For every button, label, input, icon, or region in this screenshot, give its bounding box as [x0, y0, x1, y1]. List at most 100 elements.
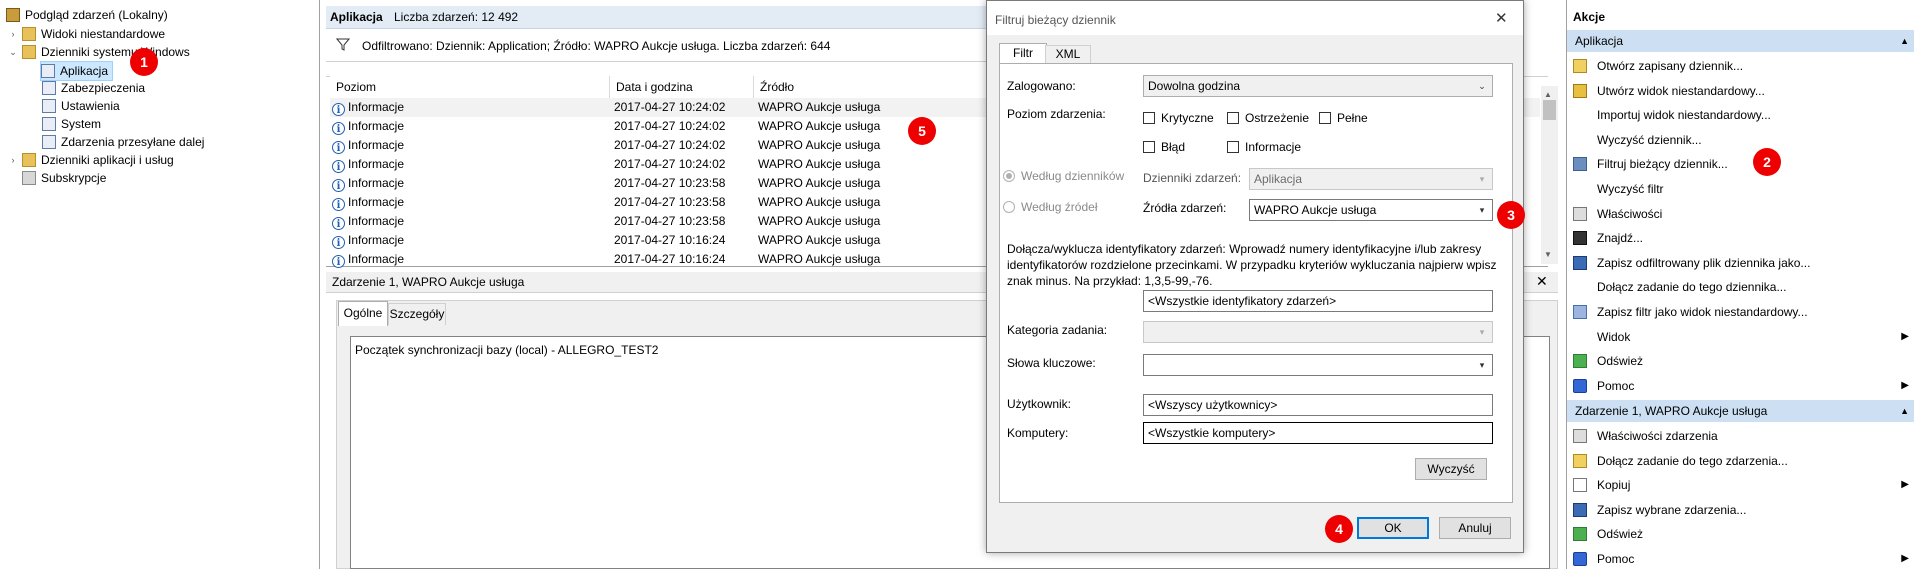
folder-icon: [22, 153, 36, 167]
action-label: Pomoc: [1597, 552, 1635, 566]
action-item[interactable]: Dołącz zadanie do tego dziennika...: [1567, 275, 1914, 299]
radio-circle[interactable]: [1003, 201, 1015, 213]
action-item[interactable]: Znajdź...: [1567, 226, 1914, 250]
checkbox-box[interactable]: [1319, 112, 1331, 124]
scroll-down-icon[interactable]: ▼: [1544, 250, 1552, 259]
action-item[interactable]: Wyczyść filtr: [1567, 177, 1914, 201]
action-item[interactable]: Zapisz wybrane zdarzenia...: [1567, 498, 1914, 522]
logged-label: Zalogowano:: [1007, 79, 1076, 93]
source-cell: WAPRO Aukcje usługa: [758, 176, 881, 190]
chevron-down-icon[interactable]: ▾: [1474, 357, 1490, 373]
level-cell: i Informacje: [332, 155, 404, 174]
scroll-thumb[interactable]: [1543, 100, 1556, 120]
checkbox-critical[interactable]: Krytyczne: [1143, 111, 1214, 125]
sources-value: WAPRO Aukcje usługa: [1254, 203, 1377, 217]
column-header-source[interactable]: Źródło: [754, 76, 986, 98]
log-icon: [42, 99, 56, 113]
tree-item-subscriptions[interactable]: Subskrypcje: [22, 169, 106, 187]
annotation-badge-3: 3: [1497, 201, 1525, 229]
tree-item-windows-logs[interactable]: ⌄ Dzienniki systemu Windows: [8, 43, 190, 61]
actions-section-application[interactable]: Aplikacja ▲: [1567, 30, 1914, 52]
cancel-button[interactable]: Anuluj: [1439, 517, 1511, 539]
tree-root[interactable]: Podgląd zdarzeń (Lokalny): [6, 6, 168, 24]
close-icon[interactable]: ✕: [1536, 273, 1548, 290]
level-text: Informacje: [348, 252, 405, 266]
action-item[interactable]: Otwórz zapisany dziennik...: [1567, 54, 1914, 78]
dialog-close-icon[interactable]: ✕: [1495, 9, 1508, 27]
collapse-arrow-icon[interactable]: ▲: [1900, 30, 1909, 52]
checkbox-box[interactable]: [1227, 112, 1239, 124]
actions-header: Akcje: [1573, 10, 1606, 24]
tree-item-security[interactable]: Zabezpieczenia: [42, 79, 145, 97]
submenu-arrow-icon: ▶: [1901, 479, 1909, 491]
checkbox-verbose[interactable]: Pełne: [1319, 111, 1368, 125]
checkbox-box[interactable]: [1143, 112, 1155, 124]
action-item[interactable]: Dołącz zadanie do tego zdarzenia...: [1567, 449, 1914, 473]
action-item[interactable]: Wyczyść dziennik...: [1567, 128, 1914, 152]
level-text: Informacje: [348, 214, 405, 228]
action-item[interactable]: Utwórz widok niestandardowy...: [1567, 79, 1914, 103]
keywords-select[interactable]: ▾: [1143, 354, 1493, 376]
collapse-chevron-icon[interactable]: ⌄: [8, 43, 18, 61]
event-ids-input[interactable]: <Wszystkie identyfikatory zdarzeń>: [1143, 290, 1493, 312]
tree-item-label: System: [61, 117, 102, 131]
checkbox-label: Krytyczne: [1161, 111, 1214, 125]
action-item[interactable]: Pomoc ▶: [1567, 374, 1914, 398]
tab-details[interactable]: Szczegóły: [388, 303, 446, 325]
actions-section-event[interactable]: Zdarzenie 1, WAPRO Aukcje usługa ▲: [1567, 400, 1914, 422]
action-label: Zapisz filtr jako widok niestandardowy..…: [1597, 305, 1808, 319]
tab-filter[interactable]: Filtr: [999, 43, 1047, 64]
computers-input[interactable]: <Wszystkie komputery>: [1143, 422, 1493, 444]
tab-xml[interactable]: XML: [1045, 45, 1091, 64]
expand-chevron-icon[interactable]: ›: [8, 25, 18, 43]
radio-circle[interactable]: [1003, 170, 1015, 182]
radio-by-sources[interactable]: Według źródeł: [1003, 200, 1098, 214]
chevron-down-icon[interactable]: ▾: [1474, 202, 1490, 218]
action-item[interactable]: Właściwości zdarzenia: [1567, 424, 1914, 448]
action-label: Widok: [1597, 329, 1631, 344]
action-item[interactable]: Zapisz odfiltrowany plik dziennika jako.…: [1567, 251, 1914, 275]
action-item[interactable]: Kopiuj ▶: [1567, 473, 1914, 497]
computers-label: Komputery:: [1007, 426, 1069, 440]
tree-item-system[interactable]: System: [42, 115, 101, 133]
information-icon: i: [332, 122, 345, 135]
action-item[interactable]: Odśwież: [1567, 349, 1914, 373]
action-item[interactable]: Właściwości: [1567, 202, 1914, 226]
action-item[interactable]: Zapisz filtr jako widok niestandardowy..…: [1567, 300, 1914, 324]
checkbox-warning[interactable]: Ostrzeżenie: [1227, 111, 1309, 125]
action-item[interactable]: Filtruj bieżący dziennik...: [1567, 152, 1914, 176]
tree-item-forwarded-events[interactable]: Zdarzenia przesyłane dalej: [42, 133, 204, 151]
expand-chevron-icon[interactable]: ›: [8, 151, 18, 169]
logged-select[interactable]: Dowolna godzina ⌄: [1143, 75, 1493, 97]
checkbox-information[interactable]: Informacje: [1227, 140, 1301, 154]
action-item[interactable]: Pomoc ▶: [1567, 547, 1914, 571]
tree-item-application[interactable]: Aplikacja: [40, 61, 114, 81]
refresh-icon: [1573, 354, 1587, 369]
action-item[interactable]: Importuj widok niestandardowy...: [1567, 103, 1914, 127]
checkbox-error[interactable]: Błąd: [1143, 140, 1185, 154]
collapse-arrow-icon[interactable]: ▲: [1900, 400, 1909, 422]
grid-scrollbar[interactable]: ▲ ▼: [1541, 86, 1558, 264]
user-input[interactable]: <Wszyscy użytkownicy>: [1143, 394, 1493, 416]
radio-by-logs[interactable]: Według dzienników: [1003, 169, 1124, 183]
checkbox-label: Ostrzeżenie: [1245, 111, 1310, 125]
ok-button[interactable]: OK: [1357, 517, 1429, 539]
checkbox-box[interactable]: [1143, 141, 1155, 153]
information-icon: i: [332, 236, 345, 249]
checkbox-box[interactable]: [1227, 141, 1239, 153]
clear-button[interactable]: Wyczyść: [1415, 458, 1487, 480]
folder-icon: [22, 45, 36, 59]
scroll-up-icon[interactable]: ▲: [1544, 90, 1552, 99]
tree-item-app-service-logs[interactable]: › Dzienniki aplikacji i usług: [8, 151, 174, 169]
tab-general[interactable]: Ogólne: [338, 301, 388, 326]
create-view-icon: [1573, 83, 1587, 98]
date-cell: 2017-04-27 10:24:02: [614, 100, 726, 114]
sources-select[interactable]: WAPRO Aukcje usługa ▾: [1249, 199, 1493, 221]
tree-item-custom-views[interactable]: › Widoki niestandardowe: [8, 25, 165, 43]
tree-item-setup[interactable]: Ustawienia: [42, 97, 120, 115]
action-item[interactable]: Odśwież: [1567, 522, 1914, 546]
column-header-date[interactable]: Data i godzina: [610, 76, 754, 98]
log-title: Aplikacja: [330, 10, 383, 24]
action-item[interactable]: Widok ▶: [1567, 325, 1914, 349]
column-header-level[interactable]: Poziom: [330, 76, 610, 98]
